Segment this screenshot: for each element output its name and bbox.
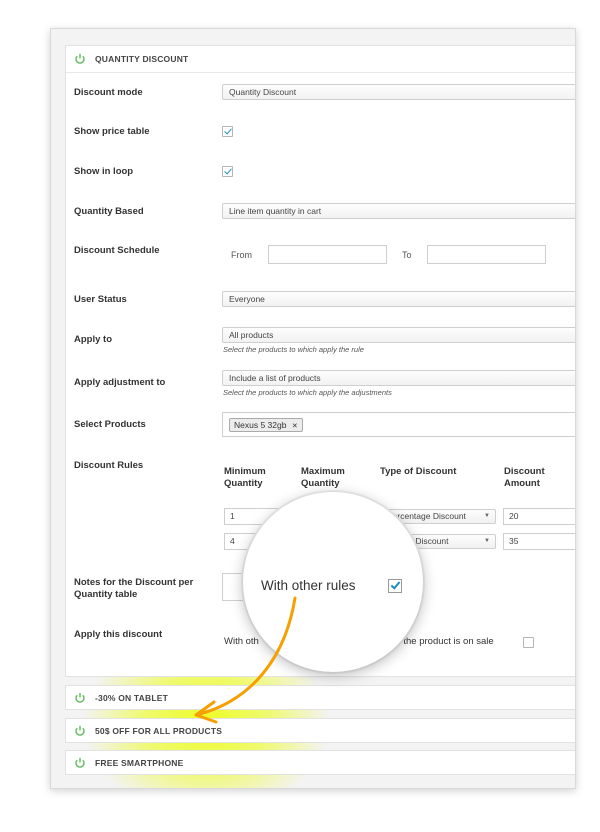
pointer-arrow	[194, 596, 297, 724]
